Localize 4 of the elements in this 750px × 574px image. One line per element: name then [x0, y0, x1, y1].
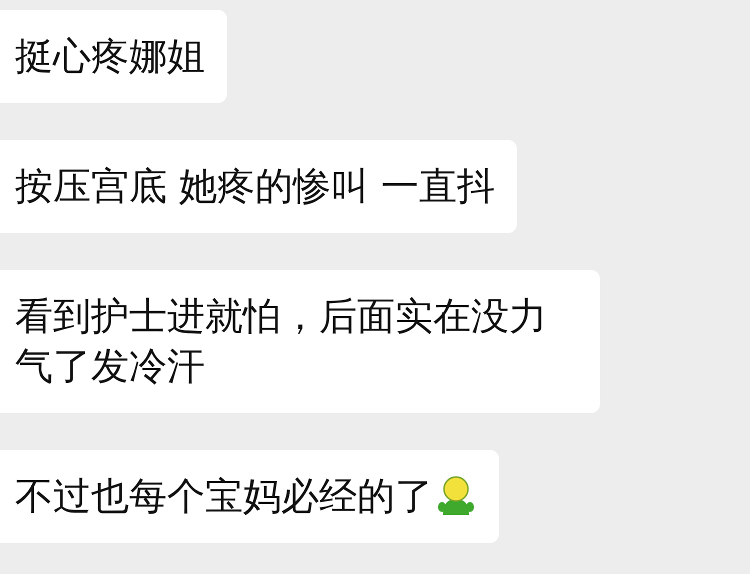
message-text: 按压宫底 她疼的惨叫 一直抖 — [15, 163, 496, 210]
message-text: 看到护士进就怕，后面实在没力气了发冷汗 — [15, 293, 548, 390]
message-text: 不过也每个宝妈必经的了 — [15, 473, 433, 520]
message-text: 挺心疼娜姐 — [15, 33, 205, 80]
